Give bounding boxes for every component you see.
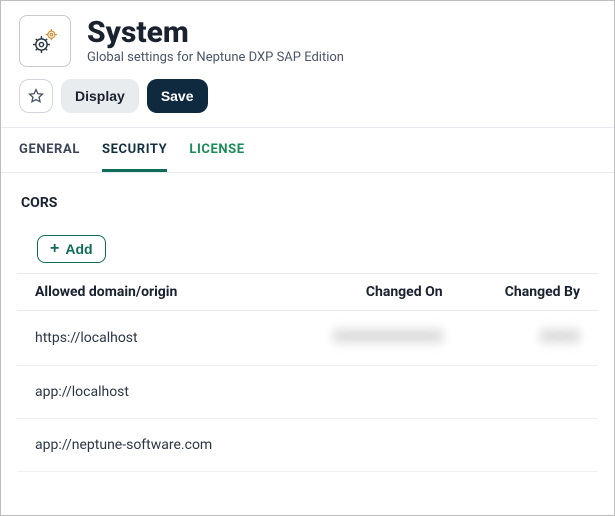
page-header: System Global settings for Neptune DXP S… bbox=[1, 1, 614, 73]
plus-icon: + bbox=[50, 241, 59, 257]
cell-changed-on bbox=[280, 419, 460, 472]
table-row[interactable]: https://localhost bbox=[17, 311, 598, 366]
cell-changed-on bbox=[280, 366, 460, 419]
favorite-button[interactable] bbox=[19, 79, 53, 113]
cell-origin: app://localhost bbox=[17, 366, 280, 419]
star-icon bbox=[27, 87, 45, 105]
tab-bar: GENERAL SECURITY LICENSE bbox=[1, 128, 614, 173]
save-button[interactable]: Save bbox=[147, 79, 208, 113]
section-title-cors: CORS bbox=[21, 195, 598, 211]
cell-origin: app://neptune-software.com bbox=[17, 419, 280, 472]
cors-table: Allowed domain/origin Changed On Changed… bbox=[17, 273, 598, 472]
tab-security[interactable]: SECURITY bbox=[102, 142, 167, 172]
col-changed-by: Changed By bbox=[461, 274, 598, 311]
content-area: CORS + Add Allowed domain/origin Changed… bbox=[1, 173, 614, 472]
table-row[interactable]: app://neptune-software.com bbox=[17, 419, 598, 472]
cors-tbody: https://localhost app://localhost app://… bbox=[17, 311, 598, 472]
tab-license[interactable]: LICENSE bbox=[189, 142, 244, 172]
col-changed-on: Changed On bbox=[280, 274, 460, 311]
tab-general[interactable]: GENERAL bbox=[19, 142, 80, 172]
cell-changed-by bbox=[461, 311, 598, 366]
cell-changed-by bbox=[461, 366, 598, 419]
action-bar: Display Save bbox=[1, 73, 614, 128]
cell-changed-on bbox=[280, 311, 460, 366]
redacted-value bbox=[333, 329, 443, 343]
gears-icon bbox=[28, 24, 62, 58]
redacted-value bbox=[540, 329, 580, 343]
app-icon-box bbox=[19, 15, 71, 67]
page-title: System bbox=[87, 17, 344, 49]
col-origin: Allowed domain/origin bbox=[17, 274, 280, 311]
cell-changed-by bbox=[461, 419, 598, 472]
add-button[interactable]: + Add bbox=[37, 235, 106, 263]
page-subtitle: Global settings for Neptune DXP SAP Edit… bbox=[87, 50, 344, 65]
display-button[interactable]: Display bbox=[61, 79, 139, 113]
cell-origin: https://localhost bbox=[17, 311, 280, 366]
add-button-label: Add bbox=[65, 241, 92, 257]
table-row[interactable]: app://localhost bbox=[17, 366, 598, 419]
